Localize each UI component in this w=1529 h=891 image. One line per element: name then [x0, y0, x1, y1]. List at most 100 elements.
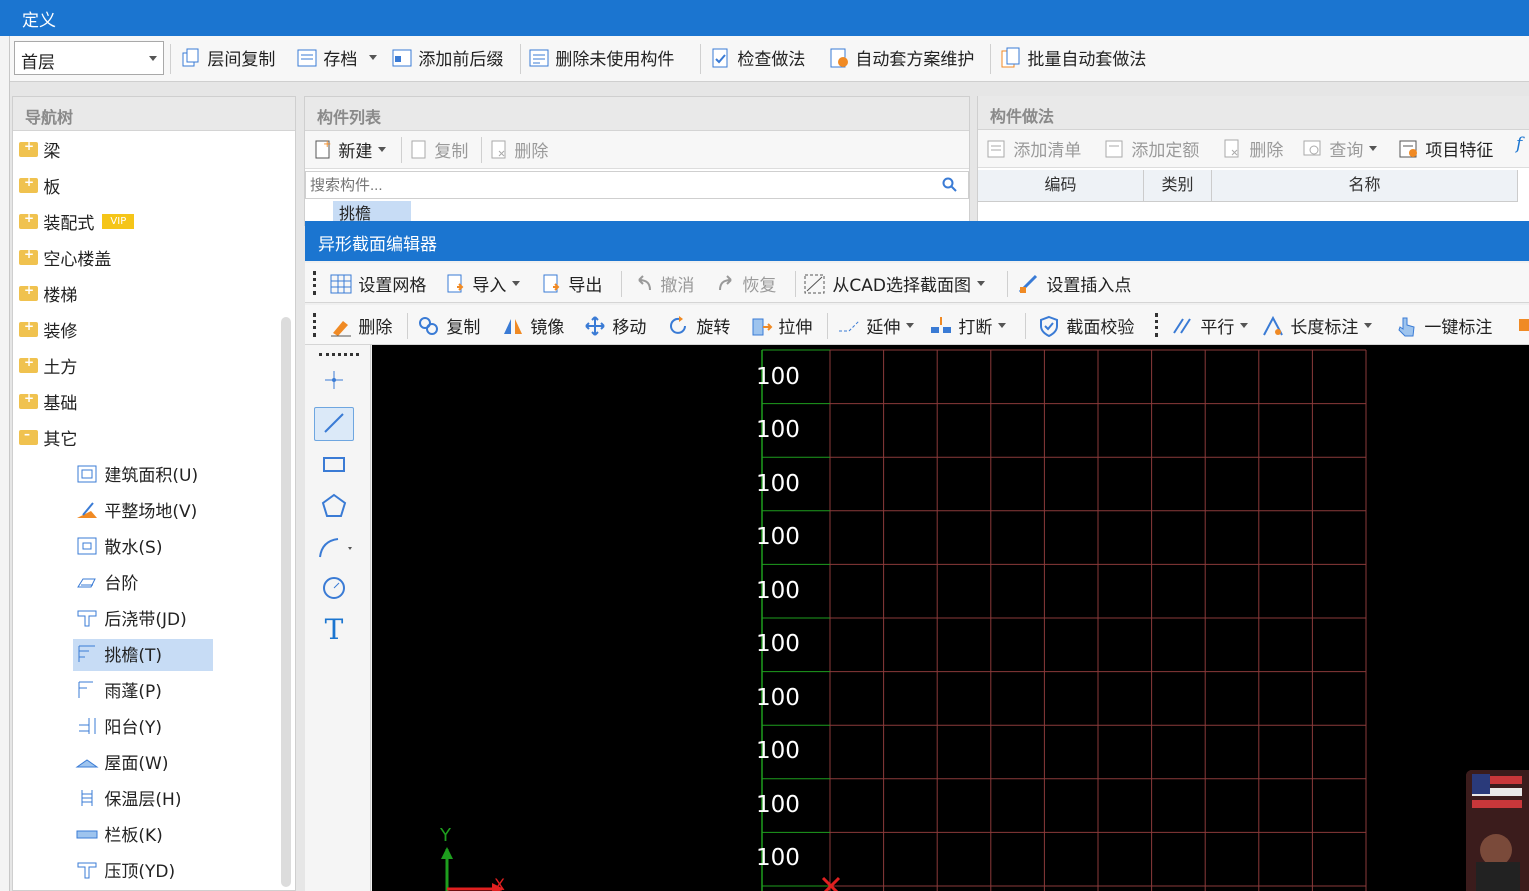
nav-scrollbar[interactable]	[281, 317, 291, 887]
component-list-item[interactable]: 挑檐	[333, 201, 411, 221]
toolbar-grip[interactable]	[319, 353, 359, 356]
arc-tool[interactable]	[314, 533, 354, 567]
nav-folder-slab[interactable]: 板	[19, 173, 60, 203]
drawing-tool-column: T	[305, 345, 371, 891]
nav-folder-beam[interactable]: 梁	[19, 137, 60, 167]
archive-icon	[297, 49, 317, 66]
folder-open-icon	[19, 427, 38, 445]
more-tools-icon[interactable]	[1515, 313, 1529, 339]
chevron-down-icon	[149, 56, 157, 61]
chevron-down-icon	[906, 323, 915, 328]
add-quota-icon	[1105, 140, 1123, 157]
set-grid-button[interactable]: 设置网格	[329, 271, 426, 297]
add-prefix-suffix-button[interactable]: 添加前后缀	[391, 45, 503, 73]
add-quota-button[interactable]: 添加定额	[1104, 136, 1199, 162]
nav-folder-stairs[interactable]: 楼梯	[19, 281, 77, 311]
break-icon	[931, 316, 951, 333]
nav-item-balcony[interactable]: 阳台(Y)	[75, 713, 162, 743]
query-button[interactable]: 查询	[1302, 136, 1378, 162]
video-thumbnail[interactable]	[1466, 770, 1529, 891]
column-header-name[interactable]: 名称	[1212, 170, 1518, 202]
toolbar-grip[interactable]	[313, 313, 316, 337]
component-method-header: 构件做法	[978, 96, 1529, 130]
toolbar-grip[interactable]	[1155, 313, 1158, 337]
check-method-button[interactable]: 检查做法	[710, 45, 805, 73]
new-component-button[interactable]: + 新建	[313, 137, 387, 163]
nav-item-roof[interactable]: 屋面(W)	[75, 749, 168, 779]
copy-shape-button[interactable]: 复制	[417, 313, 480, 339]
drawing-canvas[interactable]: 100 100 100 100 100 100 100 100 100 100 …	[372, 345, 1529, 891]
circle-tool[interactable]	[314, 573, 354, 607]
column-header-category[interactable]: 类别	[1144, 170, 1212, 202]
nav-folder-decoration[interactable]: 装修	[19, 317, 77, 347]
point-tool[interactable]	[314, 365, 354, 399]
delete-shape-button[interactable]: 删除	[329, 313, 392, 339]
delete-component-button[interactable]: 删除	[489, 137, 548, 163]
extend-button[interactable]: 延伸	[837, 313, 915, 339]
one-click-dimension-button[interactable]: 一键标注	[1395, 313, 1492, 339]
redo-button[interactable]: 恢复	[715, 271, 776, 297]
nav-item-coping[interactable]: 压顶(YD)	[75, 857, 175, 887]
nav-folder-hollow-floor[interactable]: 空心楼盖	[19, 245, 111, 275]
batch-auto-apply-button[interactable]: 批量自动套做法	[1000, 45, 1146, 73]
nav-folder-prefab[interactable]: 装配式VIP	[19, 209, 135, 239]
nav-item-cornice[interactable]: 挑檐(T)	[73, 639, 213, 671]
component-list-panel: 构件列表 + 新建 复制 删除 挑檐	[304, 96, 970, 226]
polygon-tool[interactable]	[314, 491, 354, 525]
insert-point-icon	[1018, 274, 1038, 293]
grid-label: 100	[756, 364, 800, 390]
archive-button[interactable]: 存档	[296, 45, 377, 73]
line-tool[interactable]	[314, 407, 354, 441]
area-icon	[77, 465, 97, 482]
nav-item-canopy[interactable]: 雨蓬(P)	[75, 677, 162, 707]
copy-component-button[interactable]: 复制	[409, 137, 468, 163]
formula-icon[interactable]: f	[1516, 134, 1522, 160]
delete-unused-button[interactable]: 删除未使用构件	[528, 45, 674, 73]
component-search-input[interactable]	[310, 173, 930, 197]
floor-select-value: 首层	[21, 53, 55, 73]
rotate-button[interactable]: 旋转	[667, 313, 730, 339]
copy-circles-icon	[419, 316, 438, 335]
search-icon[interactable]	[942, 177, 958, 193]
delete-method-button[interactable]: 删除	[1222, 136, 1283, 162]
stretch-button[interactable]: 拉伸	[749, 313, 812, 339]
rectangle-tool[interactable]	[314, 449, 354, 483]
text-tool[interactable]: T	[314, 613, 354, 647]
nav-item-steps[interactable]: 台阶	[75, 569, 138, 599]
nav-item-building-area[interactable]: 建筑面积(U)	[75, 461, 198, 491]
break-button[interactable]: 打断	[929, 313, 1007, 339]
export-button[interactable]: 导出	[541, 271, 602, 297]
nav-item-parapet[interactable]: 栏板(K)	[75, 821, 163, 851]
nav-folder-other[interactable]: 其它	[19, 425, 77, 455]
nav-folder-earthwork[interactable]: 土方	[19, 353, 77, 383]
nav-folder-foundation[interactable]: 基础	[19, 389, 77, 419]
set-insert-point-button[interactable]: 设置插入点	[1017, 271, 1131, 297]
length-dimension-button[interactable]: 长度标注	[1261, 313, 1373, 339]
item-feature-button[interactable]: 项目特征	[1398, 136, 1493, 162]
floor-copy-button[interactable]: 层间复制	[180, 45, 275, 73]
auto-scheme-maintain-button[interactable]: 自动套方案维护	[828, 45, 974, 73]
nav-panel-header: 导航树	[13, 97, 295, 131]
toolbar-grip[interactable]	[313, 271, 316, 295]
chevron-down-icon	[1240, 323, 1249, 328]
folder-icon	[19, 175, 38, 193]
floor-select[interactable]: 首层	[14, 41, 164, 75]
nav-item-apron[interactable]: 散水(S)	[75, 533, 162, 563]
select-from-cad-button[interactable]: 从CAD选择截面图	[803, 271, 985, 297]
window-title: 定义	[22, 11, 56, 31]
nav-item-insulation[interactable]: 保温层(H)	[75, 785, 181, 815]
prefix-suffix-icon	[392, 49, 412, 66]
point-icon	[325, 371, 343, 389]
steps-icon	[77, 578, 96, 587]
parallel-button[interactable]: 平行	[1171, 313, 1249, 339]
mirror-button[interactable]: 镜像	[501, 313, 564, 339]
import-button[interactable]: 导入	[445, 271, 521, 297]
undo-button[interactable]: 撤消	[633, 271, 694, 297]
section-verify-button[interactable]: 截面校验	[1037, 313, 1134, 339]
component-search-box[interactable]	[305, 171, 969, 199]
column-header-code[interactable]: 编码	[978, 170, 1144, 202]
move-button[interactable]: 移动	[583, 313, 646, 339]
add-list-button[interactable]: 添加清单	[986, 136, 1081, 162]
nav-item-site-leveling[interactable]: 平整场地(V)	[75, 497, 197, 527]
nav-item-post-cast-strip[interactable]: 后浇带(JD)	[75, 605, 187, 635]
